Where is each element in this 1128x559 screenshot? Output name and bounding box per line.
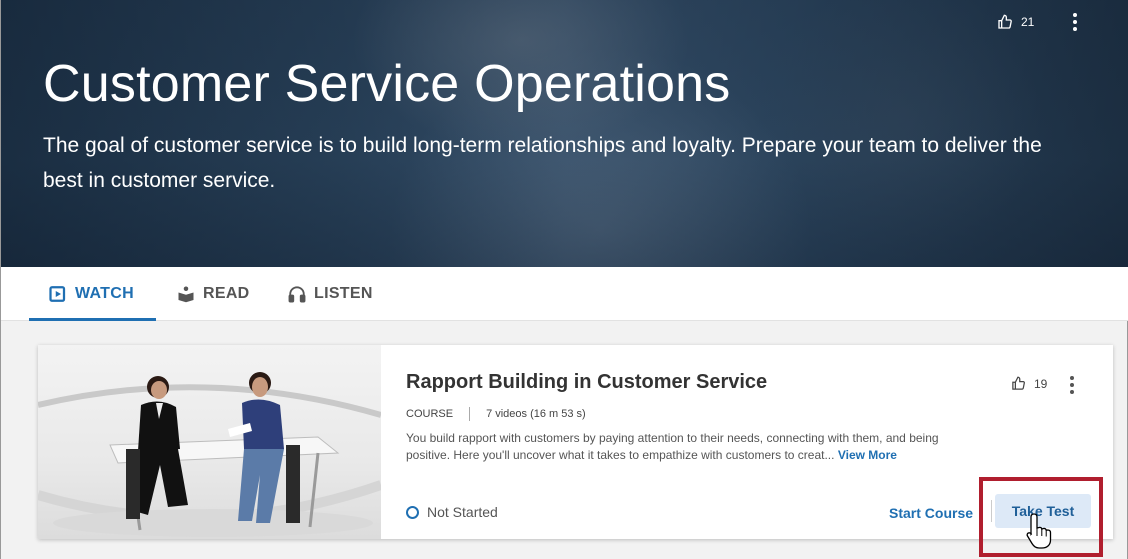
course-title[interactable]: Rapport Building in Customer Service [406,371,767,394]
course-like-button[interactable]: 19 [1011,376,1047,391]
course-type: COURSE [406,408,454,420]
page-title: Customer Service Operations [43,55,731,113]
status-circle-icon [406,505,419,519]
tab-listen-label: LISTEN [314,285,373,302]
meta-divider [469,407,471,421]
video-icon [49,286,66,302]
course-card: Rapport Building in Customer Service 19 … [38,345,1113,539]
view-more-link[interactable]: View More [838,448,897,462]
tab-listen[interactable]: LISTEN [288,267,373,321]
hero-like-count: 21 [1021,15,1035,29]
course-status-text: Not Started [427,504,498,520]
content-tabs: WATCH READ LISTEN [1,267,1128,321]
tab-watch-label: WATCH [75,285,134,302]
page-description: The goal of customer service is to build… [43,134,1042,192]
course-thumbnail-illustration [38,372,381,537]
thumbs-up-icon [1012,376,1025,390]
course-video-count: 7 videos (16 m 53 s) [486,408,586,420]
hand-cursor-icon [1026,513,1052,549]
course-like-count: 19 [1034,376,1048,391]
book-reader-icon [178,286,194,303]
thumbs-up-icon [998,14,1012,29]
hero-like-button[interactable]: 21 [997,14,1034,30]
course-thumbnail[interactable] [38,345,381,539]
more-vertical-icon[interactable] [1064,375,1080,395]
tab-read-label: READ [203,285,250,302]
course-description: You build rapport with customers by payi… [406,430,946,464]
course-meta: COURSE 7 videos (16 m 53 s) [406,407,586,421]
more-vertical-icon[interactable] [1065,12,1085,32]
tab-watch[interactable]: WATCH [29,267,156,321]
course-status: Not Started [406,504,498,520]
start-course-button[interactable]: Start Course [889,505,973,521]
tab-read[interactable]: READ [177,267,250,321]
hero-banner: Customer Service Operations The goal of … [1,0,1128,267]
headphones-icon [288,286,306,303]
